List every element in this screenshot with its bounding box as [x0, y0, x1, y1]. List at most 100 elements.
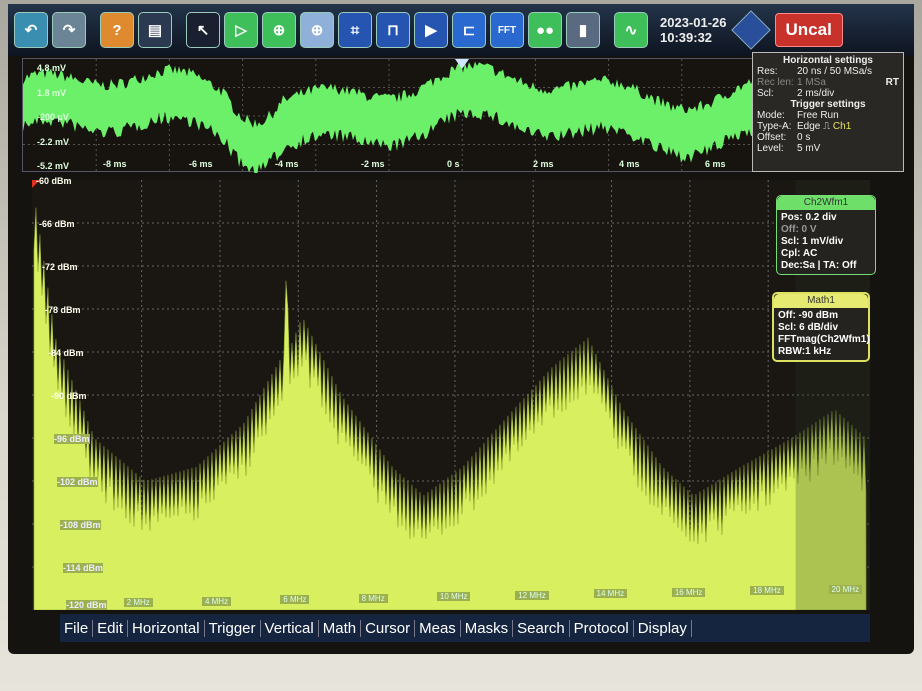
menu-vertical[interactable]: Vertical	[261, 619, 319, 637]
ch2-off: Off: 0 V	[781, 224, 817, 235]
fft-button[interactable]: FFT	[490, 12, 524, 48]
ch2-cpl: Cpl: AC	[781, 248, 818, 259]
spectrum-y-label: -84 dBm	[48, 348, 84, 358]
undo-icon: ↶	[24, 22, 38, 39]
signal-bar-icon: ∿	[624, 22, 638, 39]
protocol-button[interactable]: ⊏	[452, 12, 486, 48]
time-x-label: 6 ms	[705, 159, 726, 169]
menu-horizontal[interactable]: Horizontal	[128, 619, 205, 637]
trigger-button[interactable]: ▶	[414, 12, 448, 48]
spectrum-x-label: 20 MHz	[828, 584, 863, 594]
fft-spectrum-trace	[33, 207, 867, 611]
rt-badge: RT	[885, 77, 899, 88]
time-domain-plot[interactable]: 4.8 mV 1.8 mV -200 µV -2.2 mV -5.2 mV -8 ms -6…	[22, 58, 755, 177]
spectrum-y-label: -102 dBm	[57, 477, 98, 487]
math1-title: Math1	[774, 294, 868, 308]
spectrum-y-label: -72 dBm	[42, 262, 78, 272]
menu-file[interactable]: File	[60, 619, 94, 637]
spectrum-y-label: -66 dBm	[39, 219, 75, 229]
protocol-icon: ⊏	[462, 22, 476, 39]
spectrum-x-label: 16 MHz	[671, 587, 706, 597]
rec-value: 1 MSa	[797, 77, 826, 88]
layout-icon: ▤	[147, 22, 163, 39]
ch2-waveform	[23, 61, 755, 177]
menu-cursor[interactable]: Cursor	[361, 619, 416, 637]
res-label: Res:	[757, 66, 778, 77]
measure-button[interactable]: ▷	[224, 12, 258, 48]
rec-label: Rec len:	[757, 77, 794, 88]
spectrum-x-label: 8 MHz	[358, 593, 388, 603]
time-x-label: -8 ms	[103, 159, 127, 169]
spectrum-svg	[32, 180, 870, 611]
type-value: Edge	[797, 121, 821, 132]
time-x-label: -2 ms	[361, 159, 385, 169]
math1-info-box[interactable]: Math1 Off: -90 dBm Scl: 6 dB/div FFTmag(Ch…	[772, 292, 870, 362]
pointer-icon: ↖	[196, 22, 210, 39]
spectrum-x-label: 2 MHz	[123, 598, 153, 607]
trigger-icon: ▶	[425, 22, 437, 39]
cursor-icon: ⌗	[350, 21, 360, 39]
help-button[interactable]: ?	[100, 12, 134, 48]
spectrum-plot[interactable]: -60 dBm -66 dBm -72 dBm -78 dBm -84 dBm -90 d…	[32, 176, 870, 611]
time-x-label: -6 ms	[189, 159, 213, 169]
spectrum-y-label: -78 dBm	[45, 305, 81, 315]
spectrum-y-label: -96 dBm	[54, 434, 90, 444]
search-icon: ●●	[535, 21, 555, 39]
time-y-label: -200 µV	[37, 112, 69, 122]
menu-edit[interactable]: Edit	[93, 619, 129, 637]
spectrum-y-label: -120 dBm	[66, 600, 107, 610]
scl-label: Scl:	[757, 88, 774, 99]
time-x-label: 4 ms	[619, 159, 640, 169]
zoom-button[interactable]: ⊕	[262, 12, 296, 48]
search-button[interactable]: ●●	[528, 12, 562, 48]
save-button[interactable]: ▮	[566, 12, 600, 48]
menu-search[interactable]: Search	[513, 619, 570, 637]
settings-panel[interactable]: Horizontal settings Res: 20 ns / 50 MSa/s…	[752, 52, 904, 172]
menu-masks[interactable]: Masks	[461, 619, 514, 637]
trigger-source: Ch1	[832, 121, 852, 132]
menu-meas[interactable]: Meas	[415, 619, 461, 637]
fft-icon: FFT	[497, 24, 517, 36]
time-x-label: 2 ms	[533, 159, 554, 169]
time-y-label: 4.8 mV	[37, 63, 67, 73]
zoom-coupled-button[interactable]: ⊕	[300, 12, 334, 48]
res-value: 20 ns / 50 MSa/s	[797, 66, 873, 77]
redo-button[interactable]: ↷	[52, 12, 86, 48]
signal-bar-button[interactable]: ∿	[614, 12, 648, 48]
uncal-button[interactable]: Uncal	[774, 13, 843, 47]
undo-button[interactable]: ↶	[14, 12, 48, 48]
math1-off: Off: -90 dBm	[778, 310, 838, 321]
time: 10:39:32	[660, 30, 713, 45]
offset-label: Offset:	[757, 132, 787, 143]
measure-icon: ▷	[235, 22, 247, 39]
menu-trigger[interactable]: Trigger	[205, 619, 261, 637]
offset-value: 0 s	[797, 132, 811, 143]
math1-fn: FFTmag(Ch2Wfm1)	[778, 334, 870, 345]
spectrum-y-label: -60 dBm	[36, 176, 72, 186]
time-trace	[23, 59, 755, 177]
mask-button[interactable]: ⊓	[376, 12, 410, 48]
level-label: Level:	[757, 143, 784, 154]
ch2-scl: Scl: 1 mV/div	[781, 236, 844, 247]
time-y-label: -2.2 mV	[37, 136, 70, 147]
scl-value: 2 ms/div	[797, 88, 835, 99]
time-y-label: 1.8 mV	[37, 87, 67, 98]
edge-rising-icon: ⎍	[823, 121, 831, 132]
layout-button[interactable]: ▤	[138, 12, 172, 48]
date: 2023-01-26	[660, 15, 727, 30]
redo-icon: ↷	[62, 22, 76, 39]
menu-protocol[interactable]: Protocol	[570, 619, 634, 637]
cursor-button[interactable]: ⌗	[338, 12, 372, 48]
horizontal-title: Horizontal settings	[782, 55, 873, 66]
pointer-button[interactable]: ↖	[186, 12, 220, 48]
level-value: 5 mV	[797, 143, 821, 154]
trigger-title: Trigger settings	[790, 99, 866, 110]
menu-math[interactable]: Math	[319, 619, 362, 637]
spectrum-x-label: 18 MHz	[750, 586, 784, 595]
type-label: Type-A:	[757, 121, 792, 132]
spectrum-x-label: 12 MHz	[515, 590, 549, 600]
spectrum-y-label: -108 dBm	[60, 520, 101, 530]
spectrum-x-label: 4 MHz	[201, 596, 232, 606]
menu-display[interactable]: Display	[634, 619, 692, 637]
ch2-info-box[interactable]: Ch2Wfm1 Pos: 0.2 div Off: 0 V Scl: 1 mV/di…	[776, 195, 876, 275]
